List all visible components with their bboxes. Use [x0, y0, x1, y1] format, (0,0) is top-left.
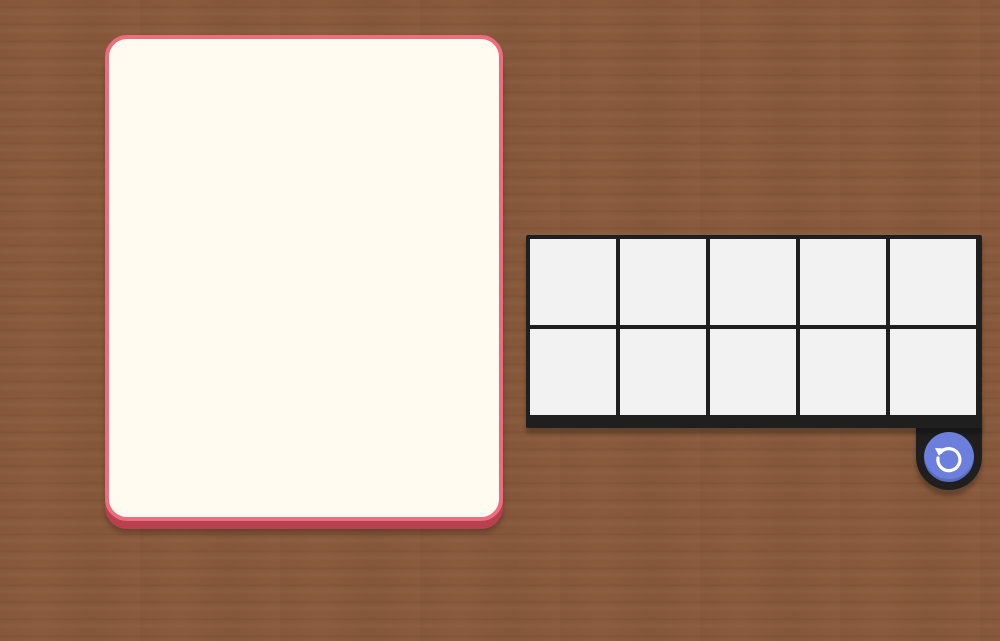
- ten-frame-grid: [530, 239, 976, 415]
- ten-frame-cell[interactable]: [800, 329, 886, 415]
- ten-frame-cell[interactable]: [710, 329, 796, 415]
- reset-button[interactable]: [924, 432, 974, 482]
- number-card: [105, 35, 503, 521]
- ten-frame-cell[interactable]: [710, 239, 796, 325]
- ten-frame-cell[interactable]: [530, 329, 616, 415]
- ten-frame-container: [526, 235, 982, 428]
- reset-icon: [935, 447, 962, 473]
- ten-frame-cell[interactable]: [620, 239, 706, 325]
- ten-frame-cell[interactable]: [800, 239, 886, 325]
- ten-frame: [526, 235, 982, 428]
- ten-frame-cell[interactable]: [620, 329, 706, 415]
- ten-frame-cell[interactable]: [530, 239, 616, 325]
- ten-frame-cell[interactable]: [890, 239, 976, 325]
- ten-frame-cell[interactable]: [890, 329, 976, 415]
